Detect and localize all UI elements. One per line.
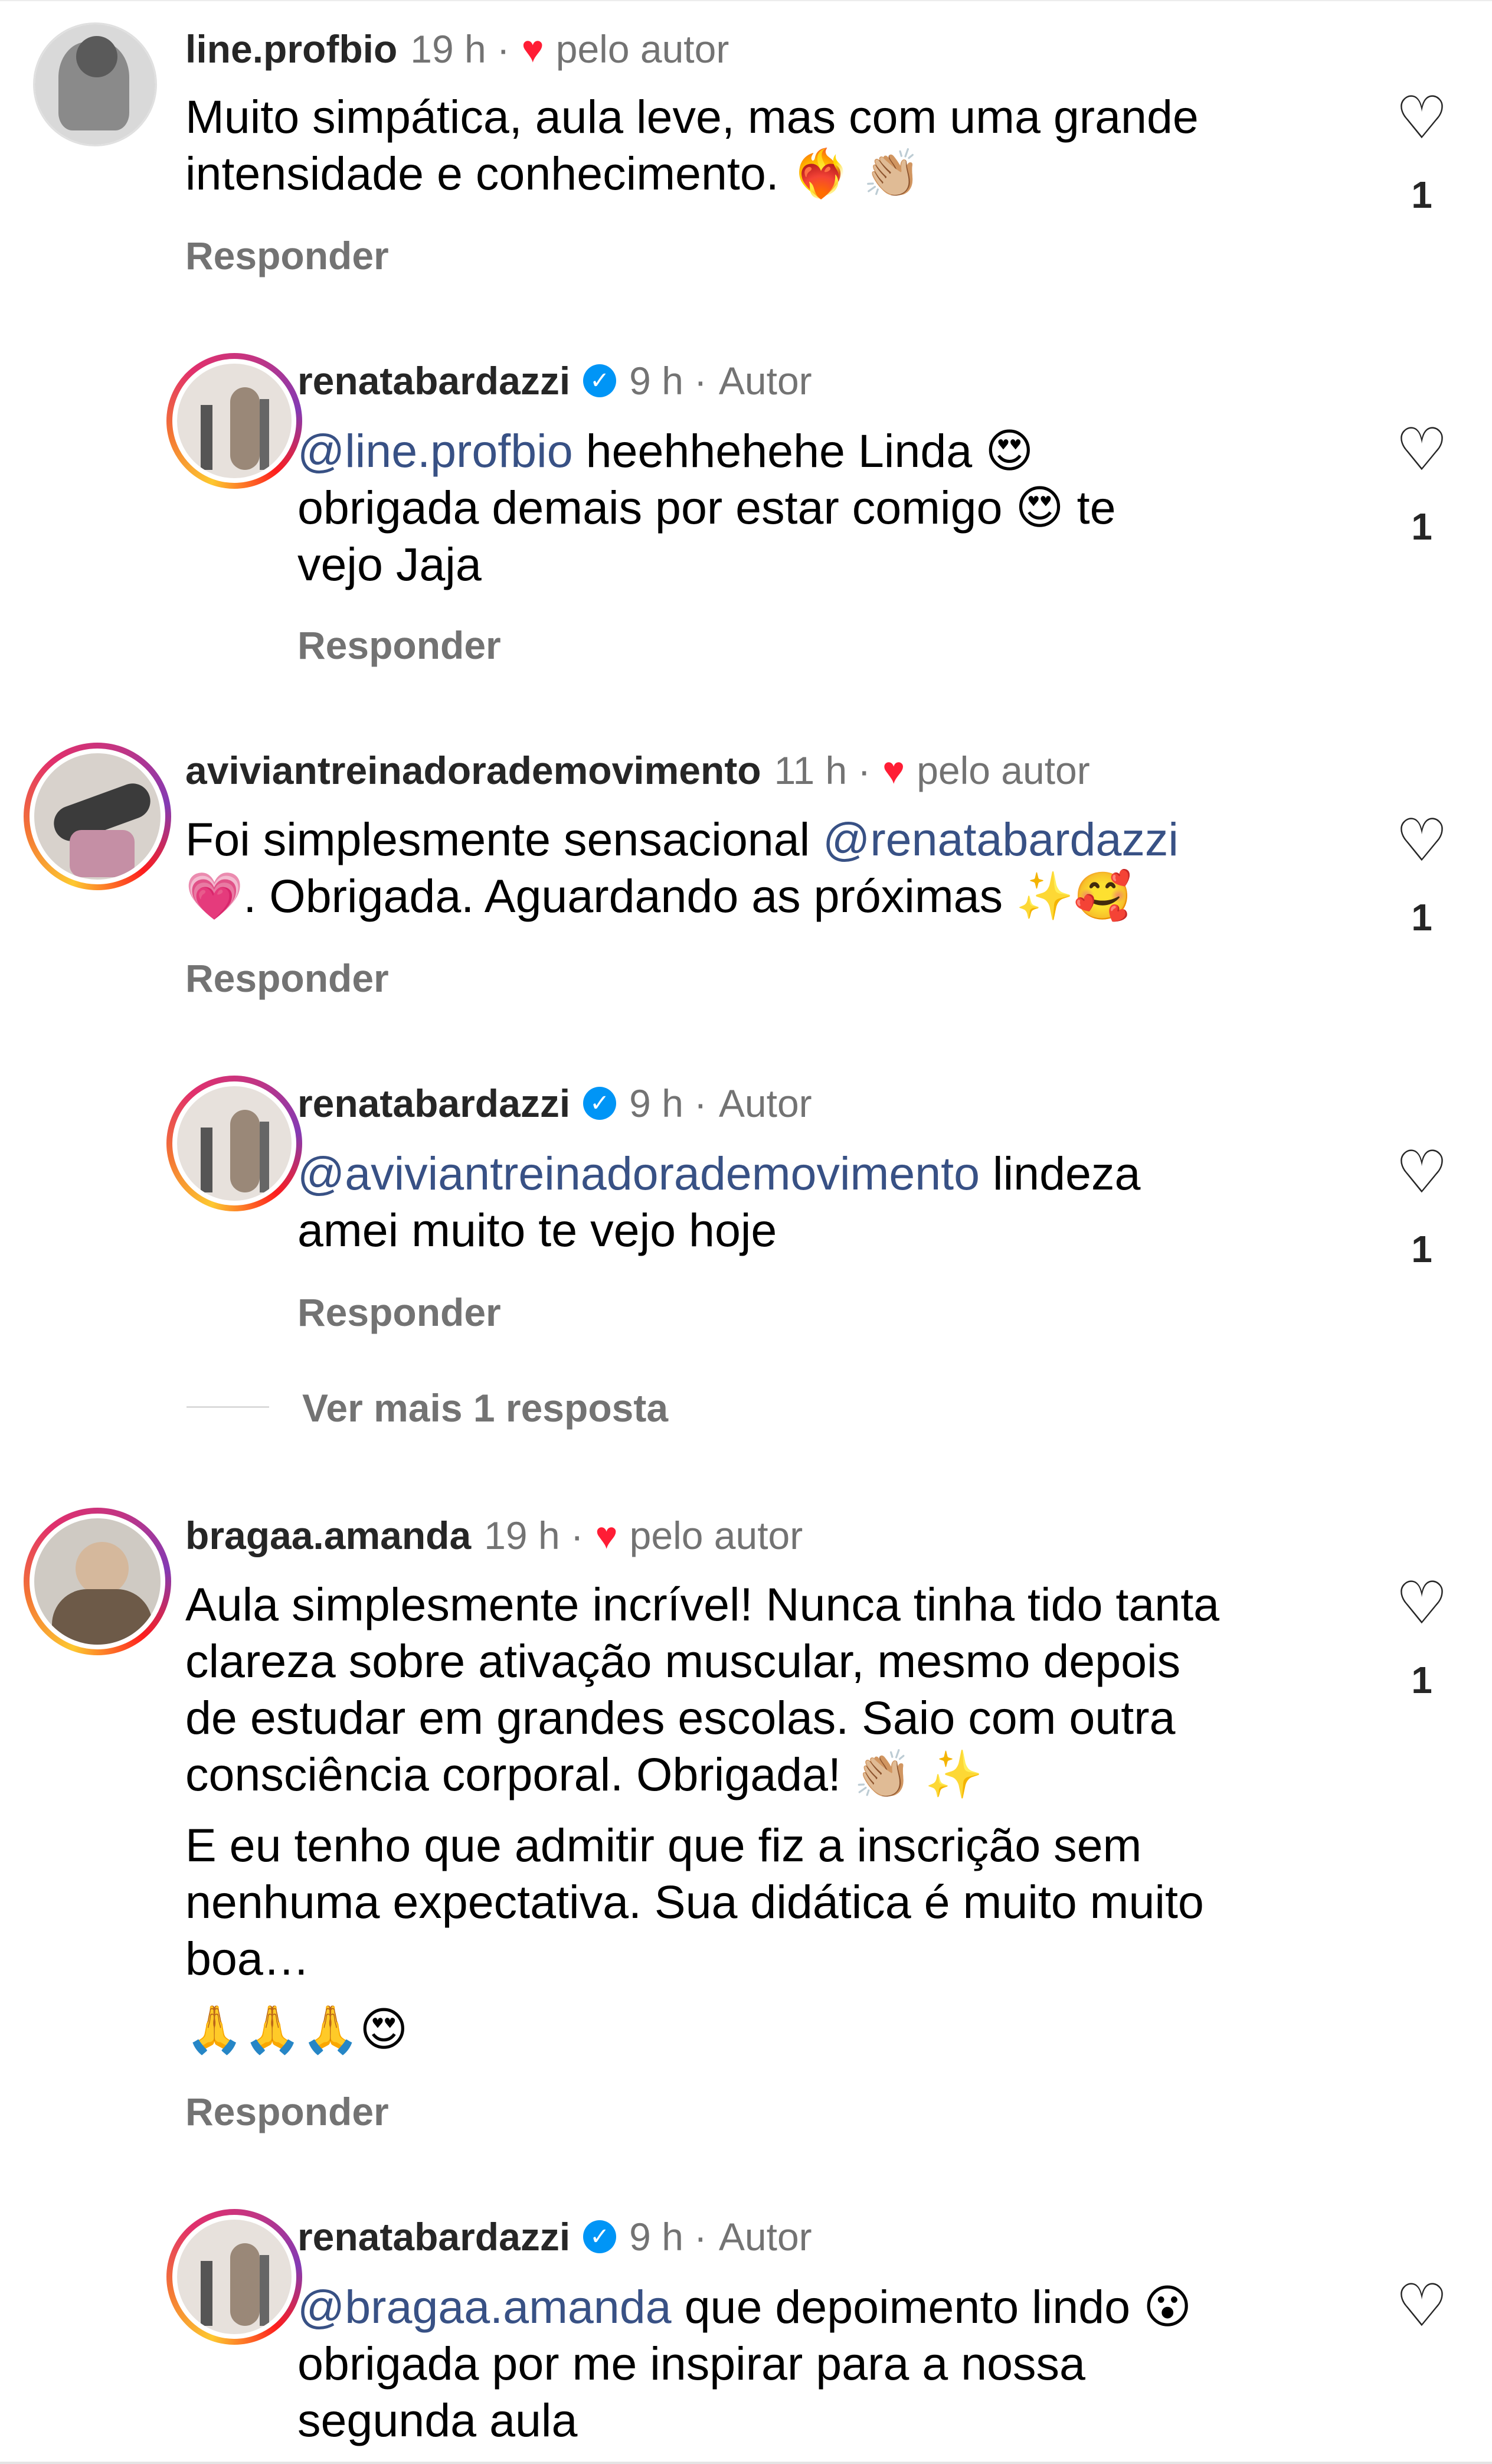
avatar[interactable] (166, 1076, 302, 1211)
avatar[interactable] (33, 22, 157, 146)
comment-username[interactable]: renatabardazzi (297, 2217, 570, 2256)
check-badge-icon: ✓ (583, 1087, 617, 1120)
reply-button[interactable]: Responder (185, 236, 389, 275)
comment-time: 9 h (629, 1081, 683, 1125)
meta-separator: · (496, 27, 510, 71)
author-badge: Autor (718, 359, 812, 403)
comment-username[interactable]: renatabardazzi (297, 361, 570, 400)
top-divider (0, 0, 1492, 1)
liked-by-author-label: pelo autor (555, 27, 729, 71)
comment-username[interactable]: renatabardazzi (297, 1084, 570, 1123)
meta-separator: · (858, 749, 871, 792)
view-more-line (186, 1406, 269, 1408)
reply-button[interactable]: Responder (297, 626, 501, 665)
liked-by-author-label: pelo autor (629, 1514, 803, 1557)
comment-text: @aviviantreinadorademovimento lindeza am… (297, 1147, 1141, 1256)
meta-separator: · (693, 359, 707, 403)
avatar[interactable] (166, 353, 302, 489)
comment-time: 19 h (410, 27, 486, 71)
author-heart-icon: ♥ (521, 28, 544, 70)
author-heart-icon: ♥ (595, 1514, 618, 1557)
comment-time: 19 h (484, 1514, 560, 1557)
comment-time: 9 h (629, 359, 683, 403)
comment-time: 9 h (629, 2215, 683, 2259)
reply-button[interactable]: Responder (185, 2092, 389, 2131)
meta-separator: · (570, 1514, 584, 1557)
avatar[interactable] (24, 1508, 171, 1655)
comment-username[interactable]: aviviantreinadorademovimento (185, 751, 761, 790)
author-badge: Autor (718, 1081, 812, 1125)
avatar[interactable] (166, 2209, 302, 2345)
like-count: 1 (1411, 174, 1432, 216)
mention-link[interactable]: @renatabardazzi (823, 813, 1179, 865)
comment-text: Muito simpática, aula leve, mas com uma … (185, 90, 1199, 200)
comment-text: Foi simplesmente sensacional @renatabard… (185, 813, 1179, 922)
mention-link[interactable]: @aviviantreinadorademovimento (297, 1147, 980, 1200)
mention-link[interactable]: @line.profbio (297, 424, 573, 477)
comment-username[interactable]: bragaa.amanda (185, 1516, 471, 1555)
comment-text: Aula simplesmente incrível! Nunca tinha … (185, 1578, 1220, 2055)
check-badge-icon: ✓ (583, 364, 617, 397)
heart-outline-icon[interactable]: ♡ (1389, 420, 1454, 479)
avatar[interactable] (24, 743, 171, 890)
heart-outline-icon[interactable]: ♡ (1389, 2276, 1454, 2335)
meta-separator: · (693, 2215, 707, 2259)
reply-button[interactable]: Responder (185, 959, 389, 998)
heart-outline-icon[interactable]: ♡ (1389, 1574, 1454, 1633)
comment-username[interactable]: line.profbio (185, 30, 397, 68)
comment-time: 11 h (774, 749, 848, 792)
bottom-divider (0, 2462, 1492, 2464)
comment-text: @bragaa.amanda que depoimento lindo 😮 ob… (297, 2280, 1192, 2446)
mention-link[interactable]: @bragaa.amanda (297, 2280, 672, 2333)
liked-by-author-label: pelo autor (917, 749, 1090, 792)
view-more-replies-button[interactable]: Ver mais 1 resposta (302, 1388, 668, 1427)
check-badge-icon: ✓ (583, 2220, 617, 2253)
heart-outline-icon[interactable]: ♡ (1389, 1143, 1454, 1202)
like-count: 1 (1411, 1228, 1432, 1270)
meta-separator: · (693, 1081, 707, 1125)
author-heart-icon: ♥ (882, 749, 905, 792)
like-count: 1 (1411, 896, 1432, 939)
author-badge: Autor (718, 2215, 812, 2259)
reply-button[interactable]: Responder (297, 1293, 501, 1332)
heart-outline-icon[interactable]: ♡ (1389, 89, 1454, 148)
like-count: 1 (1411, 1659, 1432, 1701)
like-count: 1 (1411, 505, 1432, 548)
heart-outline-icon[interactable]: ♡ (1389, 811, 1454, 870)
comment-text: @line.profbio heehhehehe Linda 😍 obrigad… (297, 424, 1116, 590)
